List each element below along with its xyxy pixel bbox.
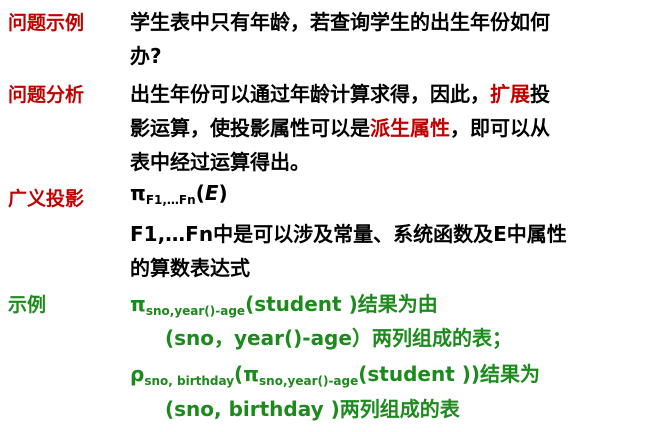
analysis-line-1-text: 出生年份可以通过年龄计算求得，因此， bbox=[130, 82, 490, 106]
formula-close-paren: ) bbox=[218, 181, 228, 205]
example-2-pi-symbol: π bbox=[243, 362, 260, 386]
example-1-rest: (student )结果为由 bbox=[245, 292, 438, 316]
analysis-emphasis-extend: 扩展 bbox=[490, 82, 530, 106]
analysis-line-2-tail: ，即可以从 bbox=[450, 116, 550, 140]
problem-analysis-label: 问题分析 bbox=[8, 84, 85, 106]
analysis-line-2: 影运算，使投影属性可以是派生属性，即可以从 bbox=[130, 112, 550, 141]
problem-example-line-2: 办? bbox=[130, 44, 162, 68]
example-1-line-2: (sno，year()-age）两列组成的表； bbox=[165, 326, 512, 350]
analysis-line-1: 出生年份可以通过年龄计算求得，因此，扩展投 bbox=[130, 78, 550, 107]
example-2-rho-symbol: ρ bbox=[130, 362, 145, 386]
example-1-line-1: πsno,year()-age(student )结果为由 bbox=[130, 288, 438, 317]
analysis-line-2-text: 影运算，使投影属性可以是 bbox=[130, 116, 370, 140]
generalized-projection-desc-line-1: F1,…Fn中是可以涉及常量、系统函数及E中属性 bbox=[130, 222, 567, 246]
example-2-rho-subscript: sno, birthday bbox=[144, 374, 235, 388]
pi-subscript: F1,…Fn bbox=[145, 193, 196, 207]
example-1-pi-symbol: π bbox=[130, 292, 146, 316]
analysis-emphasis-derived-attribute: 派生属性 bbox=[370, 116, 450, 140]
example-2-line-2: (sno, birthday )两列组成的表 bbox=[165, 397, 460, 421]
example-2-rest: (student ))结果为 bbox=[358, 362, 541, 386]
analysis-line-3: 表中经过运算得出。 bbox=[130, 150, 310, 174]
formula-open-paren: ( bbox=[195, 181, 205, 205]
example-label: 示例 bbox=[8, 294, 47, 316]
formula-variable-e: E bbox=[204, 181, 219, 205]
generalized-projection-formula: πF1,…Fn(E) bbox=[130, 181, 228, 207]
example-2-line-1: ρsno, birthday(πsno,year()-age(student )… bbox=[130, 358, 540, 387]
problem-example-line-1: 学生表中只有年龄，若查询学生的出生年份如何 bbox=[130, 10, 550, 34]
example-1-pi-subscript: sno,year()-age bbox=[145, 304, 246, 318]
example-2-pi-subscript: sno,year()-age bbox=[259, 374, 359, 388]
generalized-projection-desc-line-2: 的算数表达式 bbox=[130, 256, 250, 280]
analysis-line-1-tail: 投 bbox=[530, 82, 550, 106]
problem-example-label: 问题示例 bbox=[8, 12, 85, 34]
example-2-open-paren: ( bbox=[234, 362, 244, 386]
pi-symbol: π bbox=[130, 181, 146, 205]
generalized-projection-label: 广义投影 bbox=[8, 188, 85, 210]
